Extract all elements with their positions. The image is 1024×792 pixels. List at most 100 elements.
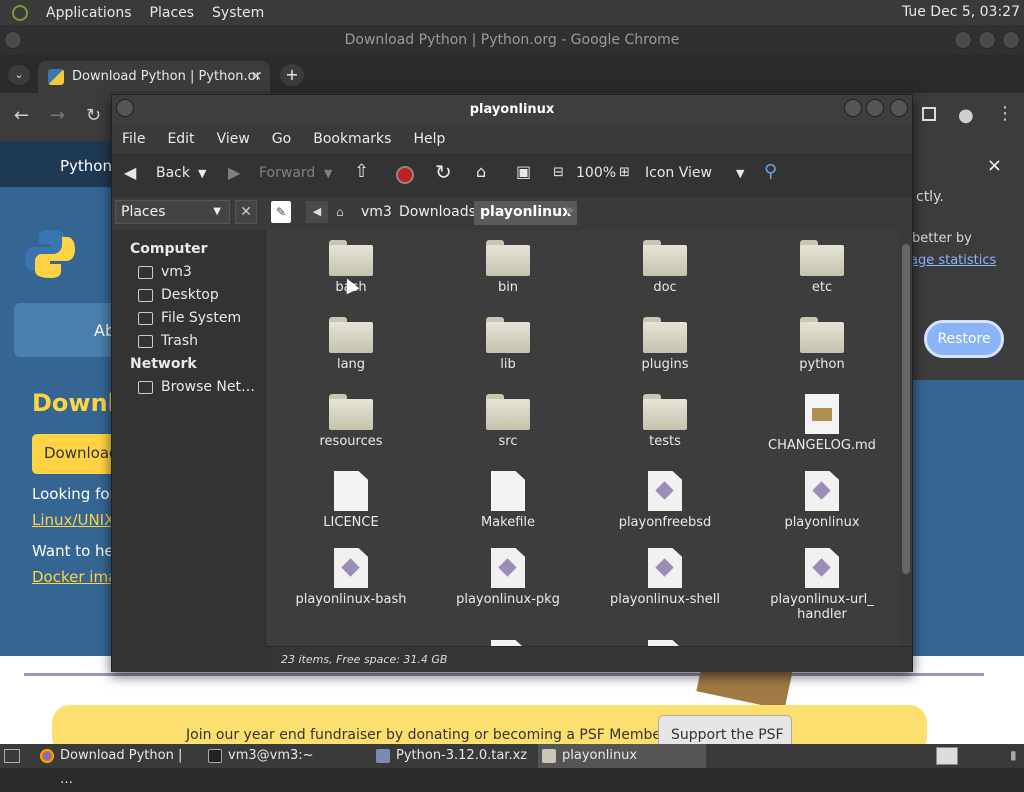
taskbar-item-playonlinux[interactable]: playonlinux <box>538 744 706 768</box>
restore-button[interactable]: Restore <box>924 320 1004 358</box>
forward-history-chevron-icon[interactable]: ▼ <box>324 167 332 180</box>
menu-places[interactable]: Places <box>150 5 195 21</box>
file-item-resources[interactable]: resources <box>286 394 416 449</box>
menu-bookmarks[interactable]: Bookmarks <box>313 131 391 147</box>
breadcrumb-downloads[interactable]: Downloads <box>399 204 476 220</box>
tab-search-icon[interactable]: ⌄ <box>8 65 30 85</box>
file-item-makefile[interactable]: Makefile <box>443 471 573 530</box>
back-arrow-icon[interactable]: ← <box>14 105 29 126</box>
menu-go[interactable]: Go <box>272 131 291 147</box>
close-window-icon[interactable] <box>890 99 908 117</box>
file-item-playonfreebsd[interactable]: playonfreebsd <box>600 471 730 530</box>
up-arrow-icon[interactable]: ⇧ <box>354 161 369 182</box>
taskbar-item-archive[interactable]: Python-3.12.0.tar.xz <box>372 744 532 768</box>
maximize-icon[interactable] <box>866 99 884 117</box>
file-item-plugins[interactable]: plugins <box>600 317 730 372</box>
file-item-licence[interactable]: LICENCE <box>286 471 416 530</box>
sidebar-item-trash[interactable]: Trash <box>138 333 198 349</box>
menu-applications[interactable]: Applications <box>46 5 132 21</box>
tab-title: Download Python | Python.or <box>72 69 261 84</box>
file-item-src[interactable]: src <box>443 394 573 449</box>
zoom-in-icon[interactable]: ⊞ <box>619 165 630 180</box>
file-item-doc[interactable]: doc <box>600 240 730 295</box>
breadcrumb-left-icon[interactable]: ◀ <box>306 201 328 223</box>
file-item-lib[interactable]: lib <box>443 317 573 372</box>
search-icon[interactable]: ⚲ <box>764 161 777 182</box>
edit-location-icon[interactable]: ✎ <box>271 201 291 223</box>
file-item-changelog-md[interactable]: CHANGELOG.md <box>757 394 887 453</box>
window-menu-icon[interactable] <box>4 31 22 49</box>
document-icon <box>491 471 525 511</box>
back-arrow-icon[interactable]: ◀ <box>124 163 136 182</box>
back-history-chevron-icon[interactable]: ▼ <box>198 167 206 180</box>
sidebar-type-select[interactable]: Places ▼ <box>115 200 230 224</box>
kebab-menu-icon[interactable]: ⋮ <box>996 103 1014 124</box>
file-item-playonlinux-pkg[interactable]: playonlinux-pkg <box>443 548 573 607</box>
linux-unix-link[interactable]: Linux/UNIX, <box>32 511 119 529</box>
home-icon[interactable]: ⌂ <box>476 162 486 181</box>
fm-titlebar[interactable]: playonlinux <box>112 95 912 125</box>
forward-arrow-icon[interactable]: → <box>50 105 65 126</box>
usage-statistics-link[interactable]: age statistics <box>910 253 996 268</box>
desktop-icon <box>138 288 153 302</box>
stop-icon[interactable] <box>396 166 414 184</box>
file-item-lang[interactable]: lang <box>286 317 416 372</box>
window-menu-icon[interactable] <box>116 99 134 117</box>
file-item-etc[interactable]: etc <box>757 240 887 295</box>
new-tab-button[interactable]: + <box>280 64 304 86</box>
breadcrumb-playonlinux[interactable]: playonlinux <box>474 201 578 225</box>
fm-icon-view[interactable]: bash bin doc etc lang lib plugins python resourc… <box>265 230 900 646</box>
trash-applet-icon[interactable]: ▮ <box>1010 748 1017 762</box>
minimize-icon[interactable] <box>954 31 972 49</box>
reload-icon[interactable]: ↻ <box>435 160 452 184</box>
view-mode-select[interactable]: Icon View <box>645 165 712 181</box>
python-nav[interactable]: Python <box>0 141 120 187</box>
taskbar-item-chrome[interactable]: Download Python | … <box>36 744 198 787</box>
sidebar-item-vm3[interactable]: vm3 <box>138 264 192 280</box>
menu-system[interactable]: System <box>212 5 264 21</box>
profile-icon[interactable]: ● <box>958 105 974 126</box>
sidebar-close-button[interactable]: ✕ <box>235 200 257 224</box>
close-window-icon[interactable] <box>1002 31 1020 49</box>
clock[interactable]: Tue Dec 5, 03:27 <box>902 4 1020 20</box>
file-item-playonlinux-url-handler[interactable]: playonlinux-url_ handler <box>757 548 887 622</box>
sidebar-item-browse-network[interactable]: Browse Net… <box>138 379 255 395</box>
sidepanel-icon[interactable] <box>922 107 936 121</box>
close-icon[interactable]: × <box>987 155 1002 176</box>
reload-icon[interactable]: ↻ <box>86 105 101 126</box>
file-label: playonlinux-bash <box>295 592 407 607</box>
distro-logo-icon[interactable] <box>12 4 28 21</box>
workspace-switcher-icon[interactable] <box>936 747 958 765</box>
view-mode-chevron-icon[interactable]: ▼ <box>736 167 744 180</box>
menu-help[interactable]: Help <box>413 131 445 147</box>
computer-icon[interactable]: ▣ <box>516 162 531 181</box>
folder-icon <box>329 394 373 430</box>
breadcrumb-right-icon[interactable]: ▶ <box>567 205 575 216</box>
forward-arrow-icon[interactable]: ▶ <box>228 163 240 182</box>
support-psf-button[interactable]: Support the PSF <box>658 715 792 744</box>
menu-edit[interactable]: Edit <box>167 131 194 147</box>
maximize-icon[interactable] <box>978 31 996 49</box>
menu-view[interactable]: View <box>217 131 250 147</box>
file-item-bin[interactable]: bin <box>443 240 573 295</box>
tab-download-python[interactable]: Download Python | Python.or × <box>38 61 270 93</box>
minimize-icon[interactable] <box>844 99 862 117</box>
file-item-playonlinux-shell[interactable]: playonlinux-shell <box>600 548 730 607</box>
menu-file[interactable]: File <box>122 131 145 147</box>
forward-button[interactable]: Forward <box>259 165 315 181</box>
back-button[interactable]: Back <box>156 165 190 181</box>
zoom-out-icon[interactable]: ⊟ <box>553 165 564 180</box>
fm-scrollbar[interactable] <box>900 230 912 646</box>
file-item-playonlinux-bash[interactable]: playonlinux-bash <box>286 548 416 607</box>
file-item-playonlinux[interactable]: playonlinux <box>757 471 887 530</box>
show-desktop-icon[interactable] <box>4 749 20 763</box>
sidebar-item-filesystem[interactable]: File System <box>138 310 241 326</box>
file-item-tests[interactable]: tests <box>600 394 730 449</box>
fm-toolbar: ◀ Back ▼ ▶ Forward ▼ ⇧ ↻ ⌂ ▣ ⊟ 100% ⊞ Ic… <box>112 153 912 197</box>
breadcrumb-vm3[interactable]: vm3 <box>361 204 392 220</box>
taskbar-item-terminal[interactable]: vm3@vm3:~ <box>204 744 364 768</box>
scrollbar-thumb[interactable] <box>902 244 910 574</box>
file-item-python[interactable]: python <box>757 317 887 372</box>
tab-close-icon[interactable]: × <box>251 61 262 93</box>
sidebar-item-desktop[interactable]: Desktop <box>138 287 219 303</box>
